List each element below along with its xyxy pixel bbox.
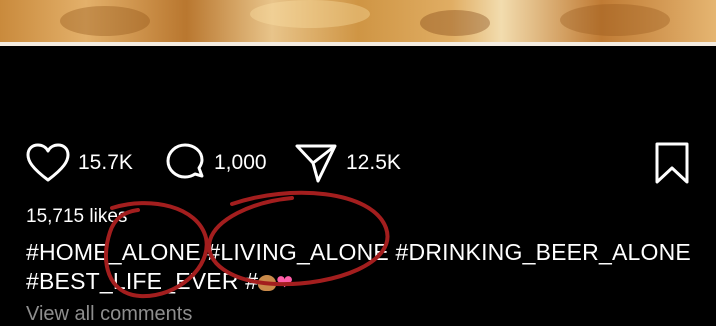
post-photo[interactable] [0,0,716,46]
hashtag-drinking-beer-alone[interactable]: #DRINKING_BEER_ALONE [396,239,691,265]
post-action-bar: 15.7K 1,000 12.5K [26,140,696,186]
like-count: 15.7K [78,151,133,174]
cookie-emoji-icon [258,275,277,291]
like-button[interactable]: 15.7K [26,140,133,186]
save-button[interactable] [654,140,690,186]
hashtag-living-alone[interactable]: #LIVING_ALONE [207,239,389,265]
likes-count-text[interactable]: 15,715 likes [26,206,127,228]
hashtag-partial[interactable]: # [245,268,258,294]
photo-texture [60,6,150,36]
photo-plate-edge [0,42,716,46]
photo-texture [250,0,370,28]
photo-texture [560,4,670,36]
view-all-comments-link[interactable]: View all comments [26,303,192,326]
comment-button[interactable]: 1,000 [164,140,267,186]
heart-icon [26,143,70,182]
comment-bubble-icon [166,143,204,179]
hashtag-best-life-ever[interactable]: #BEST_LIFE_EVER [26,268,239,294]
hearts-emoji-icon: ❤ [276,272,294,294]
hashtag-home-alone[interactable]: #HOME_ALONE [26,239,201,265]
share-button[interactable]: 12.5K [294,140,401,186]
post-caption: #HOME_ALONE #LIVING_ALONE #DRINKING_BEER… [26,238,696,298]
photo-texture [420,10,490,36]
send-icon [295,144,337,183]
share-count: 12.5K [346,151,401,174]
bookmark-icon [655,142,689,184]
comment-count: 1,000 [214,151,267,174]
